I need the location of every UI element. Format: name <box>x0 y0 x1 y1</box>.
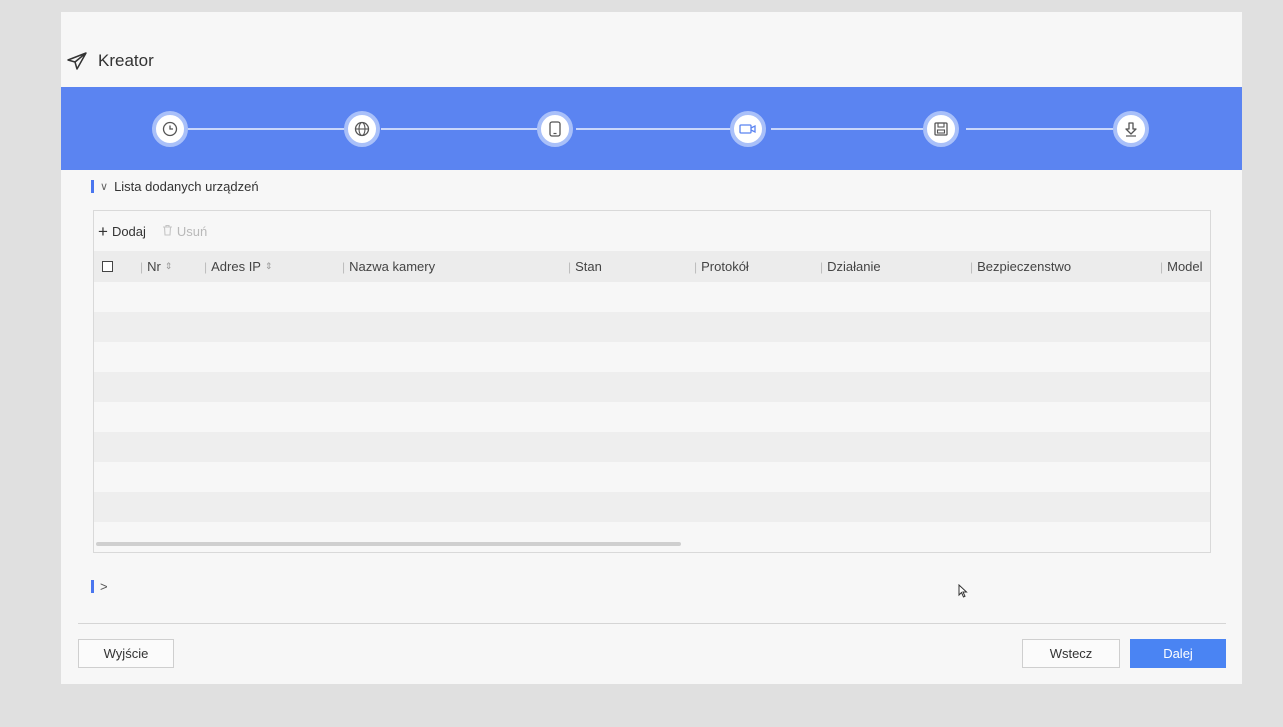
device-table: + Dodaj Usuń | Nr ⇕ | Adres IP ⇕ | Nazwa kame… <box>93 210 1211 553</box>
column-header-protocol[interactable]: | Protokół <box>694 251 749 282</box>
table-row <box>94 432 1210 462</box>
step-finish[interactable] <box>1113 111 1149 147</box>
table-toolbar: + Dodaj Usuń <box>94 211 207 251</box>
chevron-down-icon: ∨ <box>100 181 109 193</box>
table-row <box>94 282 1210 312</box>
step-connector <box>771 128 946 130</box>
step-time[interactable] <box>152 111 188 147</box>
sort-icon: ⇕ <box>164 261 173 271</box>
column-header-action[interactable]: | Działanie <box>820 251 881 282</box>
mobile-icon <box>548 121 562 137</box>
save-icon <box>933 121 949 137</box>
trash-icon <box>162 224 173 239</box>
plus-icon: + <box>98 221 108 241</box>
step-connector <box>576 128 751 130</box>
column-header-status[interactable]: | Stan <box>568 251 602 282</box>
add-button[interactable]: + Dodaj <box>98 223 146 240</box>
table-row <box>94 312 1210 342</box>
select-all-checkbox[interactable] <box>102 261 113 272</box>
step-platform[interactable] <box>537 111 573 147</box>
table-body <box>94 282 1210 522</box>
column-header-security[interactable]: | Bezpieczenstwo <box>970 251 1071 282</box>
chevron-right-icon: > <box>100 579 108 594</box>
step-storage[interactable] <box>923 111 959 147</box>
table-row <box>94 402 1210 432</box>
step-camera[interactable] <box>730 111 766 147</box>
mouse-cursor-icon <box>958 583 968 603</box>
column-header-camera-name[interactable]: | Nazwa kamery <box>342 251 435 282</box>
horizontal-scrollbar[interactable] <box>96 542 681 546</box>
next-button[interactable]: Dalej <box>1130 639 1226 668</box>
collapsed-section-header[interactable]: > <box>91 579 108 594</box>
table-row <box>94 492 1210 522</box>
section-title: Lista dodanych urządzeń <box>114 179 259 194</box>
added-devices-section-header[interactable]: ∨ Lista dodanych urządzeń <box>91 179 259 194</box>
table-header: | Nr ⇕ | Adres IP ⇕ | Nazwa kamery | Stan | Pro… <box>94 251 1210 282</box>
column-header-model[interactable]: | Model <box>1160 251 1203 282</box>
step-network[interactable] <box>344 111 380 147</box>
step-connector <box>186 128 361 130</box>
table-row <box>94 462 1210 492</box>
delete-label: Usuń <box>176 223 208 239</box>
column-header-ip[interactable]: | Adres IP ⇕ <box>204 251 273 282</box>
page-title: Kreator <box>98 51 154 70</box>
clock-icon <box>162 121 178 137</box>
paper-plane-icon <box>66 51 88 71</box>
section-marker <box>91 180 94 193</box>
table-row <box>94 372 1210 402</box>
section-marker <box>91 580 94 593</box>
delete-button[interactable]: Usuń <box>162 224 207 239</box>
globe-icon <box>354 121 370 137</box>
footer-divider <box>78 623 1226 624</box>
column-header-nr[interactable]: | Nr ⇕ <box>140 251 172 282</box>
download-icon <box>1123 121 1139 137</box>
step-connector <box>381 128 556 130</box>
exit-button[interactable]: Wyjście <box>78 639 174 668</box>
sort-icon: ⇕ <box>264 261 273 271</box>
title-bar: Kreator <box>66 51 154 71</box>
back-button[interactable]: Wstecz <box>1022 639 1120 668</box>
camera-icon <box>739 122 757 136</box>
add-label: Dodaj <box>111 223 146 239</box>
wizard-stepper <box>61 87 1242 170</box>
table-row <box>94 342 1210 372</box>
